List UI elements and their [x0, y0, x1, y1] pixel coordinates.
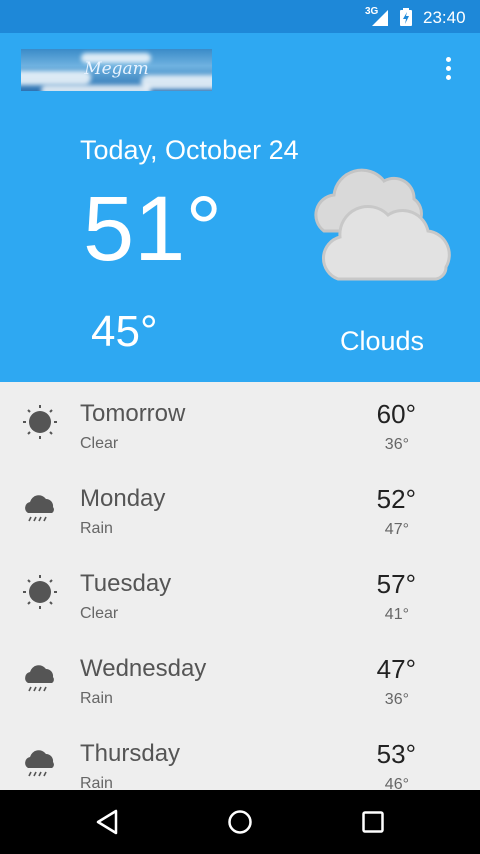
sun-icon	[23, 405, 57, 439]
forecast-row[interactable]: Tomorrow Clear 60° 36°	[0, 382, 480, 467]
forecast-desc: Clear	[80, 435, 119, 452]
today-high-temp: 51°	[83, 178, 223, 280]
forecast-low: 41°	[384, 606, 409, 623]
forecast-day: Monday	[80, 485, 166, 512]
forecast-row[interactable]: Tuesday Clear 57° 41°	[0, 552, 480, 637]
app-logo: Megam	[21, 49, 212, 91]
forecast-high: 57°	[376, 569, 416, 599]
navigation-bar	[0, 790, 480, 854]
today-low-temp: 45°	[91, 307, 158, 356]
forecast-day: Thursday	[80, 740, 181, 767]
status-time: 23:40	[423, 8, 466, 27]
rain-icon	[25, 495, 54, 522]
status-bar: 3G 23:40	[0, 0, 480, 33]
rain-icon	[25, 750, 54, 777]
today-condition: Clouds	[340, 326, 425, 356]
battery-icon	[400, 8, 412, 26]
forecast-high: 53°	[376, 739, 416, 769]
clouds-icon	[314, 168, 451, 281]
forecast-row[interactable]: Thursday Rain 53° 46°	[0, 722, 480, 790]
forecast-day: Wednesday	[80, 655, 207, 682]
forecast-desc: Rain	[80, 775, 113, 790]
logo-text: Megam	[84, 59, 149, 79]
forecast-low: 47°	[384, 521, 409, 538]
overflow-menu-icon[interactable]	[438, 57, 458, 87]
recents-icon[interactable]	[361, 808, 385, 836]
forecast-high: 52°	[376, 484, 416, 514]
forecast-row[interactable]: Monday Rain 52° 47°	[0, 467, 480, 552]
forecast-day: Tuesday	[80, 570, 172, 597]
today-date: Today, October 24	[80, 135, 299, 165]
forecast-high: 47°	[376, 654, 416, 684]
forecast-desc: Rain	[80, 690, 113, 707]
back-icon[interactable]	[94, 808, 120, 836]
sun-icon	[23, 575, 57, 609]
today-header[interactable]: Megam Today, October 24 51° 45° Clouds	[0, 33, 480, 382]
signal-icon	[372, 10, 388, 26]
forecast-desc: Clear	[80, 605, 119, 622]
forecast-day: Tomorrow	[80, 400, 186, 427]
forecast-high: 60°	[376, 399, 416, 429]
forecast-row[interactable]: Wednesday Rain 47° 36°	[0, 637, 480, 722]
forecast-low: 36°	[384, 691, 409, 708]
forecast-low: 46°	[384, 776, 409, 790]
forecast-low: 36°	[384, 436, 409, 453]
home-icon[interactable]	[226, 808, 254, 836]
rain-icon	[25, 665, 54, 692]
forecast-list[interactable]: Tomorrow Clear 60° 36° Monday Rain 52° 4…	[0, 382, 480, 790]
forecast-desc: Rain	[80, 520, 113, 537]
